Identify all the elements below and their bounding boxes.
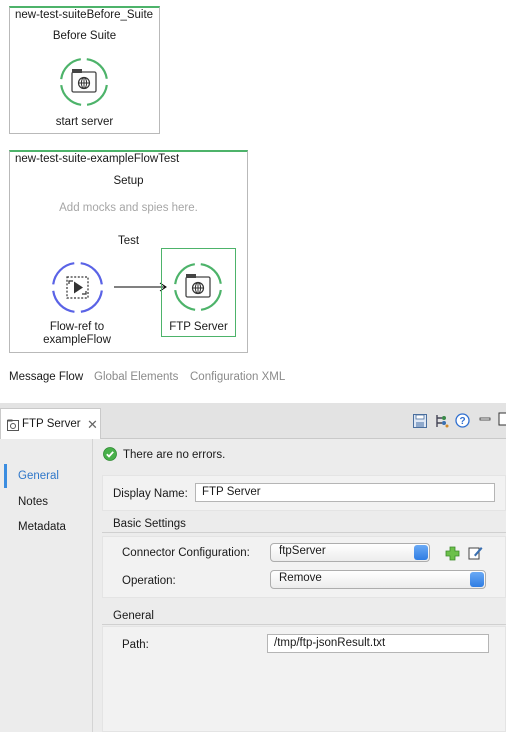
- test-label: Test: [117, 235, 140, 247]
- ftp-node-ring-icon: [59, 57, 109, 107]
- flow-ref-label-line1: Flow-ref to: [49, 321, 105, 333]
- close-icon[interactable]: ✕: [87, 417, 98, 433]
- connector-config-value: ftpServer: [279, 545, 326, 557]
- tab-message-flow[interactable]: Message Flow: [9, 371, 83, 383]
- test-scope[interactable]: new-test-suite-exampleFlowTest Setup Add…: [9, 150, 248, 353]
- chevron-updown-icon: [470, 572, 484, 587]
- properties-content: There are no errors. Display Name: FTP S…: [93, 439, 506, 732]
- properties-panel: FTP Server ✕ ? General Notes Metadata Th…: [0, 403, 506, 732]
- save-icon[interactable]: [413, 414, 427, 428]
- path-field[interactable]: /tmp/ftp-jsonResult.txt: [267, 634, 489, 653]
- operation-select[interactable]: Remove: [270, 570, 486, 589]
- ftp-tab-icon: [7, 419, 19, 431]
- chevron-updown-icon: [414, 545, 428, 560]
- properties-tab[interactable]: FTP Server ✕: [0, 408, 101, 440]
- general-section-label: General: [113, 610, 154, 622]
- basic-settings-label: Basic Settings: [113, 518, 186, 530]
- properties-tab-label: FTP Server: [22, 418, 81, 430]
- connector-config-select[interactable]: ftpServer: [270, 543, 430, 562]
- display-name-field[interactable]: FTP Server: [195, 483, 495, 502]
- before-suite-title: new-test-suiteBefore_Suite: [15, 9, 154, 21]
- status-text: There are no errors.: [123, 449, 226, 461]
- ftp-node-ring-icon: [173, 262, 223, 312]
- path-label: Path:: [122, 639, 149, 651]
- properties-nav: General Notes Metadata: [0, 439, 93, 732]
- nav-active-indicator: [4, 464, 7, 488]
- before-suite-section-label: Before Suite: [52, 30, 117, 42]
- start-server-node[interactable]: [58, 56, 110, 108]
- nav-item-metadata[interactable]: Metadata: [18, 521, 66, 533]
- operation-label: Operation:: [122, 575, 176, 587]
- svg-text:?: ?: [459, 416, 465, 427]
- flow-ref-node[interactable]: [50, 260, 105, 315]
- nav-item-notes[interactable]: Notes: [18, 496, 48, 508]
- help-icon[interactable]: ?: [455, 413, 470, 428]
- setup-hint: Add mocks and spies here.: [59, 202, 198, 214]
- flow-ref-icon: [51, 261, 104, 314]
- check-icon: [103, 447, 117, 461]
- ftp-server-node-label: FTP Server: [169, 321, 228, 333]
- maximize-icon[interactable]: [498, 412, 506, 426]
- add-icon[interactable]: [445, 546, 460, 561]
- tree-icon[interactable]: [435, 414, 449, 428]
- nav-item-general[interactable]: General: [18, 470, 59, 482]
- operation-value: Remove: [279, 572, 322, 584]
- edit-icon[interactable]: [468, 545, 483, 560]
- tab-global-elements[interactable]: Global Elements: [94, 371, 178, 383]
- start-server-label: start server: [55, 116, 114, 128]
- tab-configuration-xml[interactable]: Configuration XML: [190, 371, 285, 383]
- minimize-icon[interactable]: [479, 413, 491, 425]
- basic-settings-divider: [102, 532, 506, 533]
- before-suite-scope[interactable]: new-test-suiteBefore_Suite Before Suite …: [9, 6, 160, 134]
- flow-ref-label-line2: exampleFlow: [43, 334, 111, 346]
- general-divider: [102, 624, 506, 625]
- test-scope-title: new-test-suite-exampleFlowTest: [15, 153, 180, 165]
- connector-config-label: Connector Configuration:: [122, 547, 250, 559]
- display-name-label: Display Name:: [113, 488, 188, 500]
- ftp-server-node[interactable]: FTP Server: [161, 248, 236, 337]
- setup-label: Setup: [113, 175, 144, 187]
